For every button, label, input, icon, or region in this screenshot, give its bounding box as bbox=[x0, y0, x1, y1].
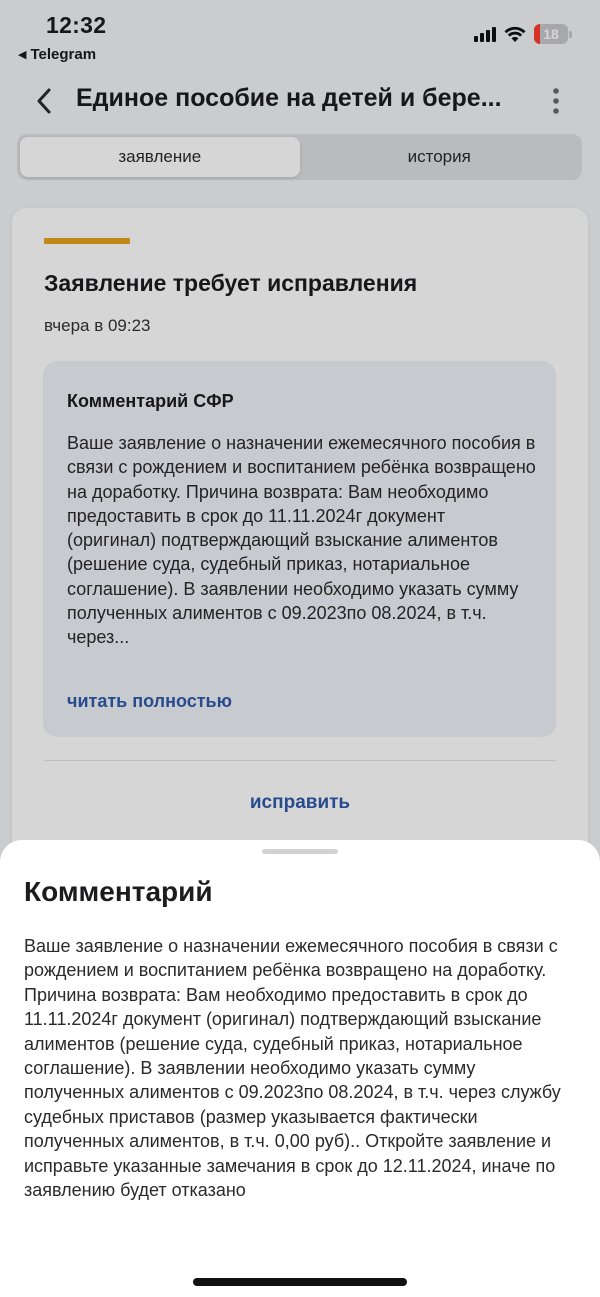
comment-bottom-sheet: Комментарий Ваше заявление о назначении … bbox=[0, 840, 600, 1297]
sheet-comment-text: Ваше заявление о назначении ежемесячного… bbox=[24, 936, 561, 1201]
home-indicator[interactable] bbox=[193, 1278, 407, 1286]
sheet-title: Комментарий bbox=[24, 876, 213, 907]
sheet-grabber-handle[interactable] bbox=[262, 849, 338, 854]
